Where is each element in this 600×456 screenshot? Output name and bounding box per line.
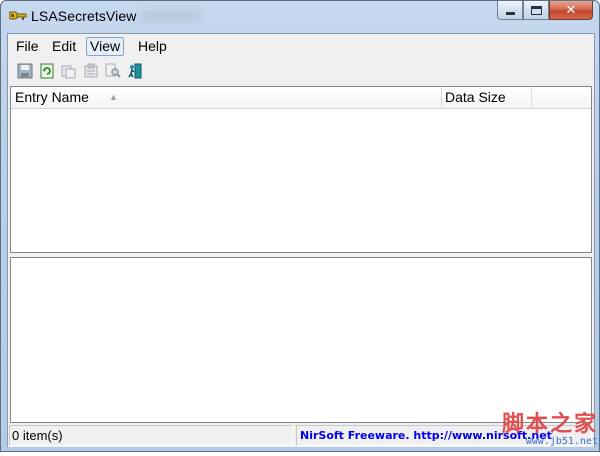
app-window: LSASecretsView ✕ File Edit View Help Ent… [0,0,600,452]
toolbar [8,60,594,84]
column-data-size[interactable]: Data Size [441,87,531,109]
copy-button[interactable] [60,62,78,80]
caption-buttons: ✕ [497,1,593,21]
title-blur [141,10,201,22]
find-icon [105,63,121,78]
site-watermark: 脚本之家 www.jb51.net [476,412,598,452]
exit-button[interactable] [126,62,144,80]
save-icon [17,63,33,79]
entries-list[interactable]: Entry Name ▲ Data Size [10,86,592,253]
status-item-count: 0 item(s) [9,425,293,446]
exit-icon [128,63,142,79]
watermark-url: www.jb51.net [525,436,598,447]
menu-bar: File Edit View Help [8,34,594,58]
client-area: File Edit View Help Entry Name ▲ Data Si… [7,33,595,447]
minimize-button[interactable] [497,1,523,20]
copy-icon [61,65,76,79]
close-button[interactable]: ✕ [549,1,593,20]
close-icon: ✕ [565,2,577,18]
refresh-button[interactable] [38,62,56,80]
key-icon [9,11,27,20]
menu-edit[interactable]: Edit [48,37,80,56]
data-preview-pane[interactable] [10,257,592,423]
column-divider[interactable] [531,87,532,109]
properties-icon [84,63,98,78]
find-button[interactable] [104,62,122,80]
column-entry-name[interactable]: Entry Name [11,87,441,109]
save-button[interactable] [16,62,34,80]
title-bar[interactable]: LSASecretsView ✕ [1,1,599,31]
menu-file[interactable]: File [12,37,43,56]
menu-view[interactable]: View [86,37,125,56]
menu-help[interactable]: Help [134,37,171,56]
sort-asc-icon: ▲ [109,92,118,102]
window-title: LSASecretsView [31,8,137,24]
refresh-icon [40,63,54,79]
list-header: Entry Name ▲ Data Size [11,87,591,109]
watermark-main: 脚本之家 [501,411,598,437]
minimize-icon [505,11,515,15]
properties-button[interactable] [82,62,100,80]
maximize-icon [530,5,542,15]
maximize-button[interactable] [523,1,549,20]
